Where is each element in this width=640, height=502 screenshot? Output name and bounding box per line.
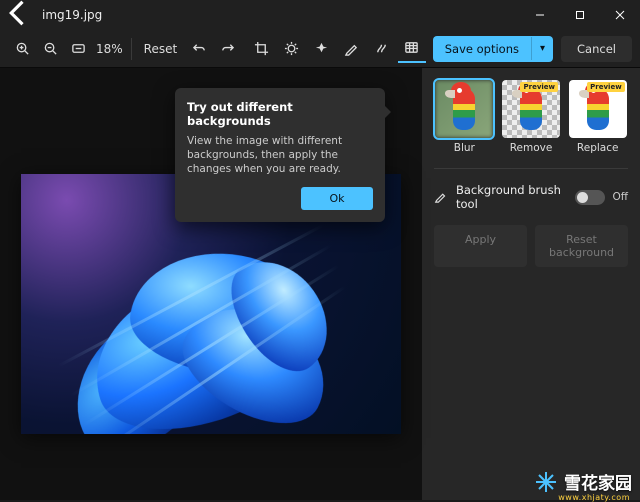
callout-title: Try out different backgrounds	[187, 100, 373, 128]
watermark: 雪花家园	[534, 469, 632, 494]
zoom-out-button[interactable]	[36, 35, 64, 63]
teaching-callout: Try out different backgrounds View the i…	[175, 88, 385, 222]
background-panel: Blur Preview Remove Preview Replace Back…	[422, 68, 640, 500]
content-area: Try out different backgrounds View the i…	[0, 68, 640, 500]
save-options-label: Save options	[433, 36, 531, 62]
reset-view-button[interactable]: Reset	[136, 38, 186, 60]
titlebar: img19.jpg	[0, 0, 640, 30]
crop-tool[interactable]	[248, 35, 276, 63]
thumb-label: Remove	[510, 142, 553, 154]
redo-button[interactable]	[213, 35, 241, 63]
chevron-down-icon[interactable]: ▾	[531, 37, 553, 60]
canvas-area: Try out different backgrounds View the i…	[0, 68, 422, 500]
background-tool[interactable]	[398, 35, 426, 63]
divider	[434, 168, 628, 169]
brush-tool-row: Background brush tool Off	[434, 183, 628, 211]
separator	[131, 38, 132, 60]
markup-tool[interactable]	[338, 35, 366, 63]
zoom-in-button[interactable]	[8, 35, 36, 63]
callout-body: View the image with different background…	[187, 134, 373, 177]
cancel-button[interactable]: Cancel	[561, 36, 632, 62]
brush-toggle[interactable]	[575, 190, 605, 205]
window-title: img19.jpg	[42, 8, 520, 22]
brush-icon	[434, 188, 448, 207]
thumb-remove[interactable]: Preview Remove	[501, 80, 562, 154]
toolbar: 18% Reset Save options ▾ Cancel	[0, 30, 640, 68]
callout-ok-button[interactable]: Ok	[301, 187, 373, 210]
snowflake-icon	[534, 470, 558, 494]
maximize-button[interactable]	[560, 0, 600, 30]
thumb-replace[interactable]: Preview Replace	[567, 80, 628, 154]
toggle-state-label: Off	[613, 191, 629, 203]
watermark-text: 雪花家园	[564, 469, 632, 494]
thumb-blur[interactable]: Blur	[434, 80, 495, 154]
save-options-button[interactable]: Save options ▾	[433, 36, 553, 62]
back-button[interactable]	[0, 0, 36, 35]
apply-button[interactable]: Apply	[434, 225, 527, 267]
edit-tools	[248, 35, 426, 63]
background-thumbs: Blur Preview Remove Preview Replace	[434, 80, 628, 154]
minimize-button[interactable]	[520, 0, 560, 30]
zoom-percent[interactable]: 18%	[92, 42, 127, 56]
undo-button[interactable]	[185, 35, 213, 63]
filter-tool[interactable]	[308, 35, 336, 63]
thumb-label: Replace	[577, 142, 619, 154]
close-button[interactable]	[600, 0, 640, 30]
retouch-tool[interactable]	[368, 35, 396, 63]
zoom-fit-button[interactable]	[64, 35, 92, 63]
adjust-tool[interactable]	[278, 35, 306, 63]
reset-background-button[interactable]: Reset background	[535, 225, 628, 267]
preview-badge: Preview	[520, 82, 558, 92]
thumb-label: Blur	[454, 142, 475, 154]
preview-badge: Preview	[587, 82, 625, 92]
brush-label: Background brush tool	[456, 183, 567, 211]
watermark-sub: www.xhjaty.com	[558, 493, 630, 502]
